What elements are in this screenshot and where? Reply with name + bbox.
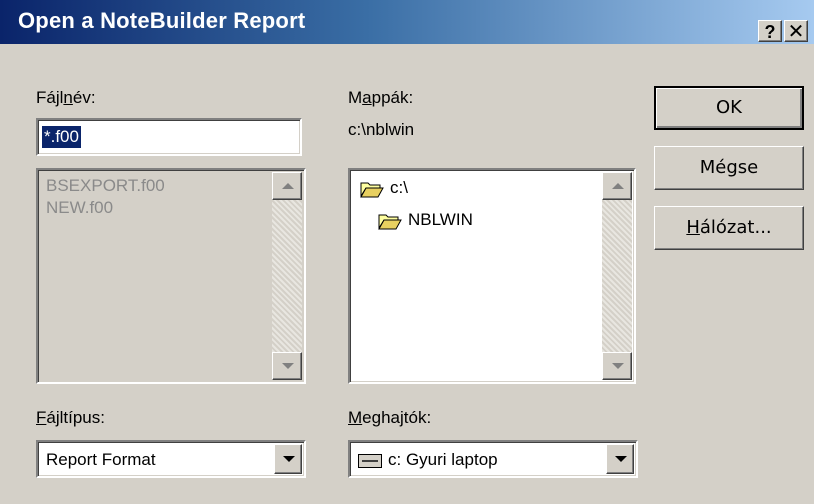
ok-button[interactable]: OK [654, 86, 804, 130]
filename-value: *.f00 [42, 126, 81, 148]
filename-label-part: év: [72, 88, 96, 107]
chevron-down-icon [615, 456, 627, 462]
drives-label: Meghajtók: [348, 408, 431, 428]
scroll-up-button[interactable] [272, 172, 302, 200]
folders-label-part: M [348, 88, 363, 107]
chevron-down-icon [283, 456, 295, 462]
drive-value-wrap: c: Gyuri laptop [358, 450, 498, 470]
drives-label-accel: M [348, 408, 363, 427]
window-title: Open a NoteBuilder Report [18, 8, 306, 33]
filename-label: Fájlnév: [36, 88, 96, 108]
folder-open-icon [378, 214, 402, 230]
open-report-dialog: Open a NoteBuilder Report ? ✕ Fájlnév: *… [0, 0, 814, 504]
cancel-button[interactable]: Mégse [654, 146, 804, 190]
folder-list-scrollbar[interactable] [602, 172, 632, 380]
arrow-down-icon [282, 363, 294, 369]
network-button-label: álózat... [699, 217, 772, 238]
network-button[interactable]: Hálózat... [654, 206, 804, 250]
help-button[interactable]: ? [758, 20, 782, 42]
arrow-down-icon [612, 363, 624, 369]
drive-dropdown-button[interactable] [606, 444, 634, 474]
close-button[interactable]: ✕ [784, 20, 808, 43]
filetype-label-part: ájltípus: [46, 408, 105, 427]
folder-item-label: NBLWIN [408, 210, 473, 229]
filetype-label: Fájltípus: [36, 408, 105, 428]
filename-input[interactable]: *.f00 [36, 118, 302, 156]
folders-label-part: ppák: [371, 88, 414, 107]
folders-label: Mappák: [348, 88, 413, 108]
filetype-dropdown-button[interactable] [274, 444, 302, 474]
file-list-scrollbar[interactable] [272, 172, 302, 380]
arrow-up-icon [282, 183, 294, 189]
current-path: c:\nblwin [348, 120, 415, 139]
filetype-select[interactable]: Report Format [36, 440, 306, 478]
scroll-down-button[interactable] [602, 352, 632, 380]
drive-select[interactable]: c: Gyuri laptop [348, 440, 638, 478]
title-bar[interactable]: Open a NoteBuilder Report ? ✕ [0, 0, 814, 44]
network-button-accel: H [686, 217, 700, 238]
filename-label-accel: n [63, 88, 73, 107]
folder-item-nblwin[interactable]: NBLWIN [378, 210, 473, 230]
arrow-up-icon [612, 183, 624, 189]
hard-drive-icon [358, 453, 382, 468]
list-item[interactable]: BSEXPORT.f00 [46, 176, 165, 196]
folders-label-accel: a [362, 88, 372, 107]
scroll-down-button[interactable] [272, 352, 302, 380]
scroll-up-button[interactable] [602, 172, 632, 200]
drives-label-part: eghajtók: [362, 408, 432, 427]
list-item[interactable]: NEW.f00 [46, 198, 113, 218]
folder-item-root[interactable]: c:\ [360, 178, 408, 198]
filename-label-part: Fájl [36, 88, 64, 107]
folder-list[interactable]: c:\ NBLWIN [348, 168, 636, 384]
folder-open-icon [360, 182, 384, 198]
file-list[interactable]: BSEXPORT.f00 NEW.f00 [36, 168, 306, 384]
drive-value: c: Gyuri laptop [388, 450, 498, 469]
folder-item-label: c:\ [390, 178, 408, 197]
filetype-label-accel: F [36, 408, 47, 427]
filetype-value: Report Format [46, 450, 156, 469]
